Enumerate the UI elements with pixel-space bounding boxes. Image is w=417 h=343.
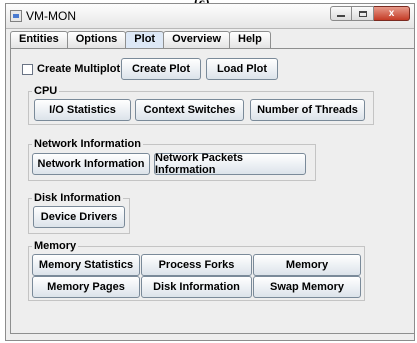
network-information-button[interactable]: Network Information	[32, 153, 150, 175]
title-bar: VM-MON x	[6, 4, 414, 29]
tab-plot[interactable]: Plot	[125, 31, 165, 48]
context-switches-button[interactable]: Context Switches	[135, 99, 244, 121]
swap-memory-button[interactable]: Swap Memory	[253, 276, 361, 298]
close-icon: x	[388, 7, 395, 19]
minimize-icon	[337, 15, 345, 17]
create-plot-button[interactable]: Create Plot	[121, 58, 201, 80]
network-packets-information-button[interactable]: Network Packets Information	[154, 152, 306, 176]
tab-help[interactable]: Help	[229, 31, 271, 48]
checkbox-icon	[22, 63, 33, 75]
load-plot-button[interactable]: Load Plot	[206, 58, 278, 80]
window-controls: x	[330, 6, 410, 21]
disk-group-title: Disk Information	[32, 192, 123, 204]
minimize-button[interactable]	[330, 6, 352, 21]
maximize-icon	[358, 10, 367, 17]
device-drivers-button[interactable]: Device Drivers	[33, 206, 125, 228]
tab-overview[interactable]: Overview	[163, 31, 230, 48]
disk-information-button[interactable]: Disk Information	[141, 276, 252, 298]
memory-button[interactable]: Memory	[253, 254, 361, 276]
memory-statistics-button[interactable]: Memory Statistics	[32, 254, 140, 276]
close-button[interactable]: x	[374, 6, 410, 21]
window-title: VM-MON	[26, 9, 76, 23]
memory-pages-button[interactable]: Memory Pages	[32, 276, 140, 298]
memory-group-title: Memory	[32, 240, 79, 252]
tab-bar: Entities Options Plot Overview Help	[10, 31, 271, 48]
number-of-threads-button[interactable]: Number of Threads	[250, 99, 365, 121]
tab-options[interactable]: Options	[66, 31, 127, 48]
app-window: VM-MON x Entities Options Plot Overview …	[5, 3, 415, 341]
io-statistics-button[interactable]: I/O Statistics	[34, 99, 131, 121]
cpu-group-title: CPU	[32, 85, 60, 97]
network-group-title: Network Information	[32, 138, 143, 150]
maximize-button[interactable]	[352, 6, 374, 21]
tab-entities[interactable]: Entities	[10, 31, 68, 48]
create-multiplot-checkbox[interactable]: Create Multiplot	[22, 63, 120, 75]
app-icon	[10, 10, 22, 22]
process-forks-button[interactable]: Process Forks	[141, 254, 252, 276]
create-multiplot-label: Create Multiplot	[37, 63, 121, 75]
